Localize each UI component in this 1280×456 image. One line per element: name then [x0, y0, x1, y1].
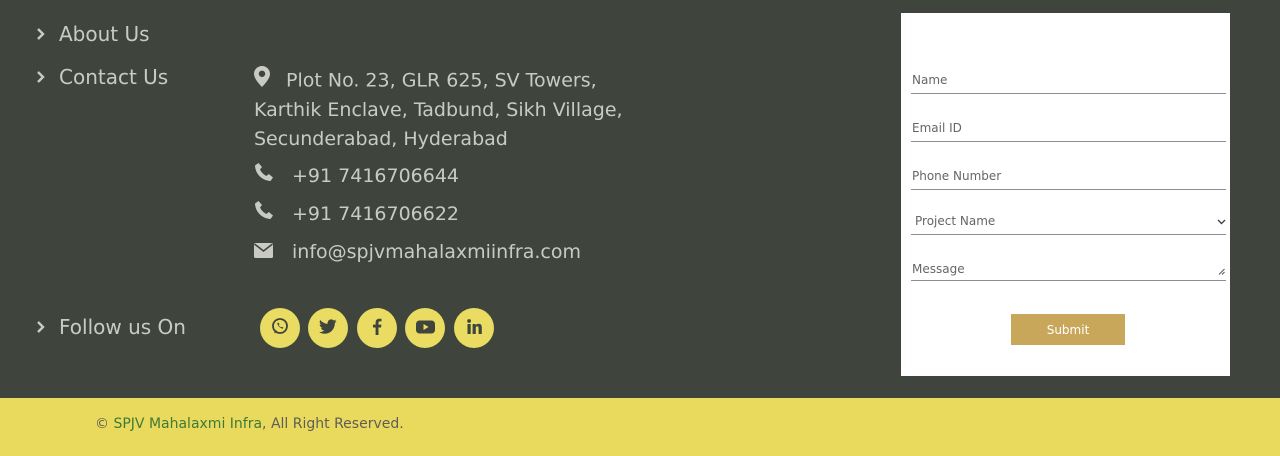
linkedin-icon	[466, 318, 482, 338]
name-field[interactable]: Name	[911, 73, 1226, 94]
message-field[interactable]: Message	[911, 262, 1226, 281]
submit-button[interactable]: Submit	[1011, 314, 1125, 345]
phone-1[interactable]: +91 7416706644	[292, 165, 459, 187]
phone-number-placeholder: Phone Number	[912, 169, 1002, 183]
phone-2-row: +91 7416706622	[254, 200, 459, 229]
project-name-select[interactable]: Project Name	[911, 214, 1226, 235]
copyright-text: © SPJV Mahalaxmi Infra, All Right Reserv…	[95, 416, 404, 432]
copyright-bar: © SPJV Mahalaxmi Infra, All Right Reserv…	[0, 398, 1280, 456]
rights-text: , All Right Reserved.	[262, 416, 404, 432]
address-line-1: Plot No. 23, GLR 625, SV Towers,	[286, 69, 597, 92]
map-marker-icon	[254, 66, 270, 96]
resize-handle-icon[interactable]	[1218, 264, 1225, 278]
twitter-button[interactable]	[308, 308, 348, 348]
twitter-icon	[319, 318, 337, 338]
youtube-icon	[415, 319, 435, 338]
message-placeholder: Message	[912, 262, 965, 276]
address-line-3: Secunderabad, Hyderabad	[254, 128, 508, 150]
phone-2[interactable]: +91 7416706622	[292, 203, 459, 225]
chevron-down-icon	[1217, 214, 1226, 228]
address-line-2: Karthik Enclave, Tadbund, Sikh Village,	[254, 99, 623, 121]
youtube-button[interactable]	[405, 308, 445, 348]
email-row: info@spjvmahalaxmiinfra.com	[254, 238, 581, 267]
about-us-label: About Us	[59, 22, 150, 46]
linkedin-button[interactable]	[454, 308, 494, 348]
whatsapp-icon	[271, 317, 289, 339]
footer-main: About Us Contact Us Follow us On Plot No…	[0, 0, 1280, 398]
phone-number-field[interactable]: Phone Number	[911, 169, 1226, 190]
about-us-link[interactable]: About Us	[36, 22, 150, 46]
whatsapp-button[interactable]	[260, 308, 300, 348]
phone-icon	[254, 162, 274, 191]
chevron-right-icon	[36, 27, 46, 41]
contact-us-label: Contact Us	[59, 65, 169, 89]
email-id-placeholder: Email ID	[912, 121, 962, 135]
facebook-button[interactable]	[357, 308, 397, 348]
facebook-icon	[372, 318, 382, 339]
brand-link[interactable]: SPJV Mahalaxmi Infra	[113, 416, 262, 432]
address: Plot No. 23, GLR 625, SV Towers, Karthik…	[254, 66, 623, 154]
email-id-field[interactable]: Email ID	[911, 121, 1226, 142]
phone-icon	[254, 200, 274, 229]
copyright-symbol: ©	[95, 416, 109, 432]
email-link[interactable]: info@spjvmahalaxmiinfra.com	[292, 241, 581, 263]
contact-us-link[interactable]: Contact Us	[36, 65, 168, 89]
follow-us-label: Follow us On	[59, 315, 186, 339]
phone-1-row: +91 7416706644	[254, 162, 459, 191]
chevron-right-icon	[36, 320, 46, 334]
enquiry-form: Name Email ID Phone Number Project Name …	[901, 13, 1230, 376]
name-placeholder: Name	[912, 73, 948, 87]
envelope-icon	[254, 238, 273, 267]
follow-us-label-row: Follow us On	[36, 315, 186, 339]
project-name-selected: Project Name	[915, 214, 996, 228]
chevron-right-icon	[36, 70, 46, 84]
